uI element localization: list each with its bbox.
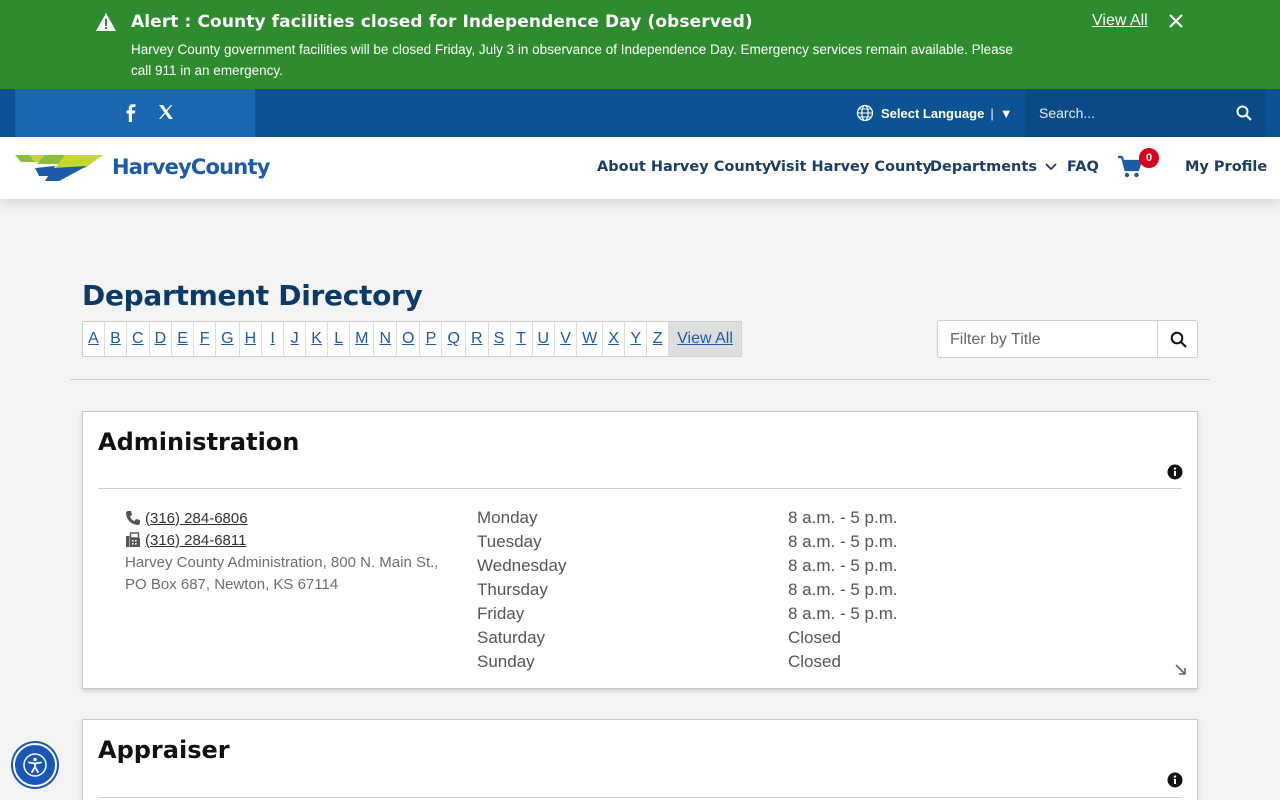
search-icon[interactable] [1236, 105, 1252, 121]
language-label: Select Language [881, 105, 985, 121]
nav-departments[interactable]: Departments [930, 159, 1057, 175]
letter-x[interactable]: X [603, 322, 626, 356]
phone-icon [126, 511, 140, 525]
filter-input[interactable] [950, 329, 1150, 351]
letter-b[interactable]: B [105, 322, 127, 356]
hours-time: 8 a.m. - 5 p.m. [788, 580, 898, 599]
view-all-letters[interactable]: View All [669, 322, 741, 356]
department-card-appraiser: Appraiser [82, 719, 1198, 800]
logo-text: HarveyCounty [112, 155, 270, 179]
fax-link[interactable]: (316) 284-6811 [145, 532, 246, 549]
fax-icon [126, 532, 140, 547]
nav-faq[interactable]: FAQ [1067, 159, 1099, 175]
department-name: Appraiser [98, 736, 230, 764]
alphabet-filter: A B C D E F G H I J K L M N O P Q R S T U V W X Y Z View All [82, 321, 742, 357]
nav-my-profile[interactable]: My Profile [1185, 159, 1267, 175]
letter-g[interactable]: G [216, 322, 240, 356]
fax-row: (316) 284-6811 [125, 529, 455, 551]
search-input[interactable] [1039, 101, 1219, 125]
letter-a[interactable]: A [83, 322, 105, 356]
letter-r[interactable]: R [466, 322, 489, 356]
phone-row: (316) 284-6806 [125, 507, 455, 529]
globe-icon [856, 104, 874, 122]
header-divider [70, 379, 1210, 380]
nav-visit[interactable]: Visit Harvey County [770, 159, 932, 175]
letter-t[interactable]: T [511, 322, 533, 356]
hours-day: Thursday [477, 580, 548, 599]
accessibility-icon [23, 753, 47, 777]
warning-icon [96, 13, 116, 31]
letter-u[interactable]: U [533, 322, 556, 356]
alert-title: Alert : County facilities closed for Ind… [131, 12, 753, 32]
department-card-administration: Administration (316) 284-6806 (316) 284-… [82, 411, 1198, 689]
letter-m[interactable]: M [350, 322, 375, 356]
language-arrow: ▼ [999, 105, 1013, 121]
chevron-down-icon [1045, 163, 1057, 171]
letter-d[interactable]: D [150, 322, 173, 356]
phone-link[interactable]: (316) 284-6806 [145, 510, 248, 527]
hours-time: 8 a.m. - 5 p.m. [788, 556, 898, 575]
nav-departments-label: Departments [930, 159, 1037, 175]
hours-day: Tuesday [477, 532, 542, 551]
department-name: Administration [98, 428, 300, 456]
accessibility-button[interactable] [13, 743, 57, 787]
hours-day: Monday [477, 508, 538, 527]
letter-j[interactable]: J [284, 322, 307, 356]
letter-c[interactable]: C [127, 322, 150, 356]
language-separator: | [990, 105, 994, 121]
nav-about[interactable]: About Harvey County [597, 159, 771, 175]
hours-time: Closed [788, 652, 841, 671]
expand-arrow-icon[interactable] [1175, 664, 1187, 676]
letter-y[interactable]: Y [625, 322, 648, 356]
letter-w[interactable]: W [577, 322, 604, 356]
letter-s[interactable]: S [489, 322, 511, 356]
site-logo[interactable]: HarveyCounty [15, 152, 270, 186]
hours-time: 8 a.m. - 5 p.m. [788, 604, 898, 623]
close-icon[interactable] [1168, 13, 1184, 29]
search-icon [1170, 331, 1187, 348]
card-divider [98, 488, 1182, 489]
site-search [1025, 89, 1265, 137]
letter-n[interactable]: N [374, 322, 398, 356]
letter-h[interactable]: H [240, 322, 263, 356]
hours-times: 8 a.m. - 5 p.m. 8 a.m. - 5 p.m. 8 a.m. - 5… [788, 506, 898, 674]
letter-q[interactable]: Q [442, 322, 466, 356]
title-filter [937, 320, 1198, 358]
logo-mark-icon [15, 155, 103, 181]
letter-o[interactable]: O [397, 322, 421, 356]
x-twitter-icon[interactable] [158, 104, 174, 120]
facebook-icon[interactable] [125, 104, 137, 122]
hours-time: Closed [788, 628, 841, 647]
hours-time: 8 a.m. - 5 p.m. [788, 532, 898, 551]
hours-days: Monday Tuesday Wednesday Thursday Friday Satu… [477, 506, 566, 674]
letter-e[interactable]: E [172, 322, 195, 356]
letter-z[interactable]: Z [647, 322, 670, 356]
alert-banner: Alert : County facilities closed for Ind… [0, 0, 1280, 89]
page-title: Department Directory [82, 279, 423, 312]
contact-info: (316) 284-6806 (316) 284-6811 Harvey Cou… [125, 507, 455, 596]
letter-v[interactable]: V [555, 322, 578, 356]
filter-search-button[interactable] [1157, 321, 1198, 357]
card-divider [98, 797, 1182, 798]
address: Harvey County Administration, 800 N. Mai… [125, 554, 439, 593]
utility-bar: Select Language | ▼ [0, 89, 1280, 137]
hours-day: Friday [477, 604, 525, 623]
alert-view-all-link[interactable]: View All [1092, 12, 1148, 30]
letter-l[interactable]: L [328, 322, 351, 356]
info-icon[interactable] [1167, 464, 1183, 480]
main-nav: HarveyCounty About Harvey County Visit H… [0, 137, 1280, 199]
letter-p[interactable]: P [420, 322, 443, 356]
hours-day: Saturday [477, 628, 546, 647]
language-selector[interactable]: Select Language | ▼ [856, 103, 1013, 123]
letter-k[interactable]: K [306, 322, 329, 356]
social-links [15, 89, 255, 137]
cart-count-badge: 0 [1139, 148, 1159, 168]
info-icon[interactable] [1167, 772, 1183, 788]
alert-body: Harvey County government facilities will… [131, 42, 1013, 78]
hours-day: Wednesday [477, 556, 567, 575]
letter-i[interactable]: I [262, 322, 285, 356]
letter-f[interactable]: F [194, 322, 217, 356]
hours-time: 8 a.m. - 5 p.m. [788, 508, 898, 527]
hours-day: Sunday [477, 652, 535, 671]
